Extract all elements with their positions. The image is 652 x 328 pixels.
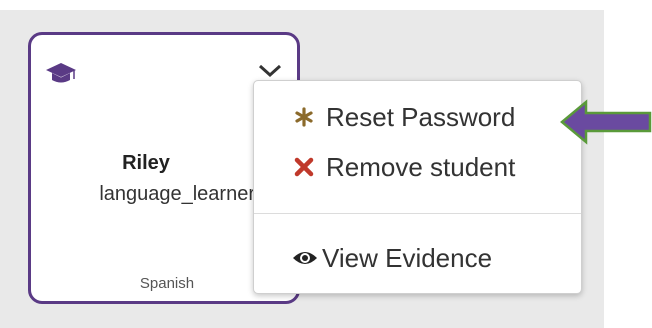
eye-icon <box>292 249 318 267</box>
reset-password-menu-item[interactable]: Reset Password <box>254 95 581 139</box>
student-name: Riley <box>122 152 170 174</box>
chevron-down-icon[interactable] <box>257 63 283 79</box>
view-evidence-label: View Evidence <box>322 242 493 273</box>
graduation-cap-icon <box>46 63 76 83</box>
student-username: language_learner <box>99 183 255 205</box>
remove-student-label: Remove student <box>326 151 516 182</box>
x-icon <box>294 157 320 177</box>
reset-password-label: Reset Password <box>326 101 516 132</box>
remove-student-menu-item[interactable]: Remove student <box>254 145 581 189</box>
asterisk-icon <box>294 107 320 127</box>
arrow-pointer-icon <box>560 99 652 145</box>
view-evidence-menu-item[interactable]: View Evidence <box>254 236 581 280</box>
student-actions-menu: Reset Password Remove student View Evide… <box>253 80 582 294</box>
menu-divider <box>254 213 581 214</box>
